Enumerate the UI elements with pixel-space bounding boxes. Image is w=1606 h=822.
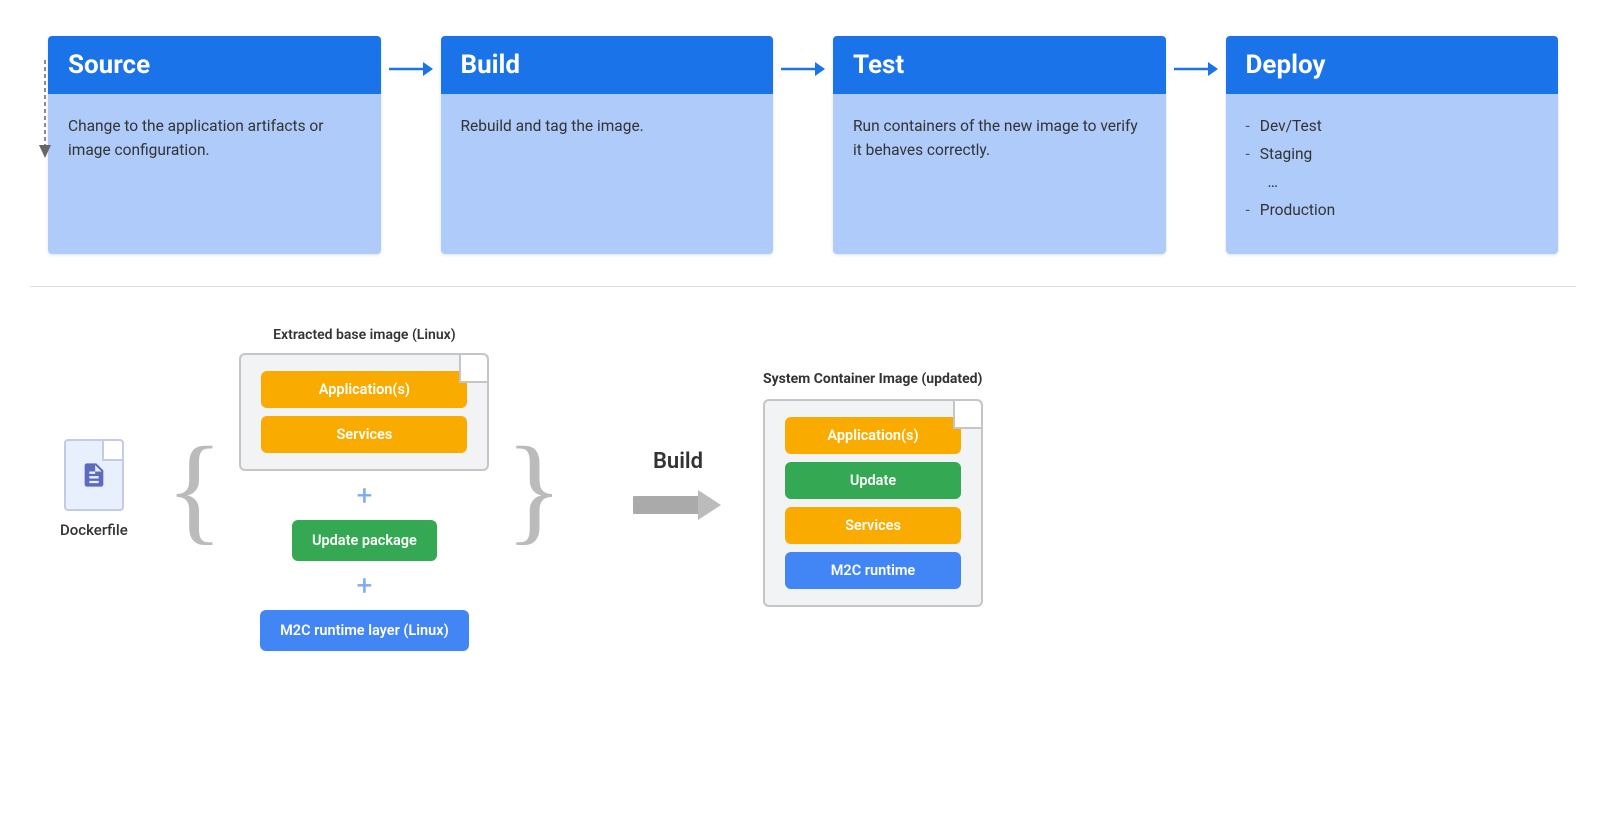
plus-sign-1: + bbox=[356, 479, 372, 512]
pipeline-section: Source Change to the application artifac… bbox=[0, 0, 1606, 286]
dash-icon: - bbox=[1246, 142, 1250, 166]
test-header: Test bbox=[833, 36, 1166, 94]
pipeline-step-deploy: Deploy - Dev/Test - Staging … - Producti… bbox=[1226, 36, 1559, 254]
dash-icon: - bbox=[1246, 198, 1250, 222]
left-curly-brace: { bbox=[166, 429, 224, 549]
deploy-list-item: - Production bbox=[1246, 198, 1539, 222]
update-package-badge: Update package bbox=[292, 520, 437, 561]
build-header: Build bbox=[441, 36, 774, 94]
extracted-label: Extracted base image (Linux) bbox=[273, 327, 456, 343]
dash-icon: - bbox=[1246, 114, 1250, 138]
pipeline-step-build: Build Rebuild and tag the image. bbox=[441, 36, 774, 254]
test-text: Run containers of the new image to verif… bbox=[853, 117, 1138, 159]
build-label: Build bbox=[653, 449, 703, 474]
arrow-build-test bbox=[773, 58, 833, 80]
test-body: Run containers of the new image to verif… bbox=[833, 94, 1166, 254]
source-header: Source bbox=[48, 36, 381, 94]
arrow-source-build bbox=[381, 58, 441, 80]
sys-update-badge: Update bbox=[785, 462, 961, 499]
deploy-list-item: - Staging bbox=[1246, 142, 1539, 166]
source-text: Change to the application artifacts or i… bbox=[68, 117, 324, 159]
arrow-test-deploy bbox=[1166, 58, 1226, 80]
pipeline-step-source: Source Change to the application artifac… bbox=[48, 36, 381, 254]
deploy-devtest: Dev/Test bbox=[1260, 114, 1322, 138]
linux-box: Application(s) Services bbox=[239, 353, 489, 471]
deploy-list-item-dots: … bbox=[1246, 170, 1539, 194]
plus-sign-2: + bbox=[356, 569, 372, 602]
deploy-list-item: - Dev/Test bbox=[1246, 114, 1539, 138]
dockerfile-icon bbox=[64, 439, 124, 511]
deploy-list: - Dev/Test - Staging … - Production bbox=[1246, 114, 1539, 222]
build-arrow-icon bbox=[633, 480, 723, 530]
dockerfile-label: Dockerfile bbox=[60, 521, 128, 539]
system-container-section: System Container Image (updated) Applica… bbox=[763, 371, 983, 607]
sys-applications-badge: Application(s) bbox=[785, 417, 961, 454]
pipeline-step-test: Test Run containers of the new image to … bbox=[833, 36, 1166, 254]
deploy-production: Production bbox=[1260, 198, 1335, 222]
deploy-body: - Dev/Test - Staging … - Production bbox=[1226, 94, 1559, 254]
extracted-section: Extracted base image (Linux) Application… bbox=[239, 327, 489, 651]
system-box: Application(s) Update Services M2C runti… bbox=[763, 399, 983, 607]
right-curly-brace: } bbox=[505, 429, 563, 549]
deploy-header: Deploy bbox=[1226, 36, 1559, 94]
document-icon bbox=[80, 461, 108, 489]
diagram-section: Dockerfile { Extracted base image (Linux… bbox=[0, 287, 1606, 691]
m2c-runtime-badge: M2C runtime layer (Linux) bbox=[260, 610, 469, 651]
build-arrow-section: Build bbox=[633, 449, 723, 530]
build-text: Rebuild and tag the image. bbox=[461, 117, 644, 135]
services-badge: Services bbox=[261, 416, 467, 453]
dockerfile-block: Dockerfile bbox=[60, 439, 128, 539]
sys-services-badge: Services bbox=[785, 507, 961, 544]
system-container-label: System Container Image (updated) bbox=[763, 371, 982, 387]
sys-m2c-badge: M2C runtime bbox=[785, 552, 961, 589]
source-body: Change to the application artifacts or i… bbox=[48, 94, 381, 254]
build-body: Rebuild and tag the image. bbox=[441, 94, 774, 254]
deploy-staging: Staging bbox=[1260, 142, 1312, 166]
deploy-dots: … bbox=[1268, 170, 1278, 194]
applications-badge: Application(s) bbox=[261, 371, 467, 408]
